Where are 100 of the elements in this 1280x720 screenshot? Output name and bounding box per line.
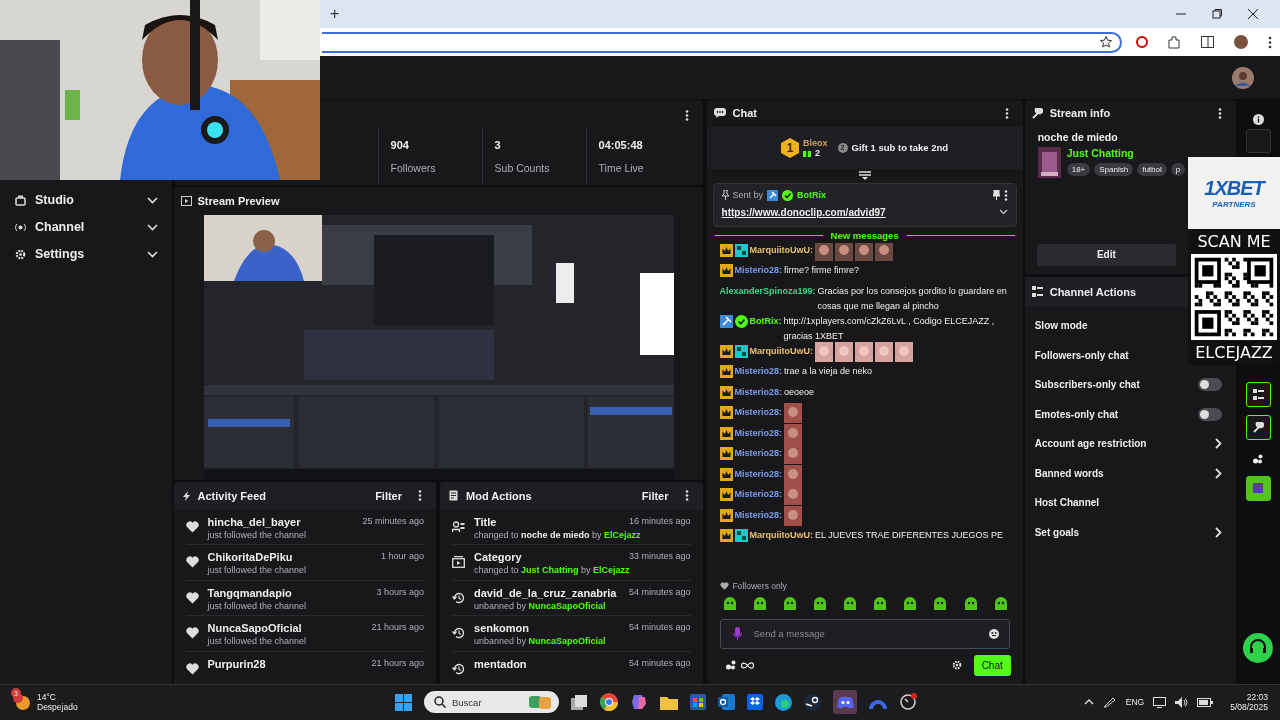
filter-button[interactable]: Filter (367, 490, 411, 502)
points-icon[interactable] (725, 660, 737, 671)
settings-icon[interactable] (951, 660, 962, 671)
emote-icon[interactable] (722, 597, 737, 611)
emote-icon[interactable] (812, 597, 827, 611)
app-button[interactable] (1245, 476, 1271, 501)
chat-username[interactable]: BotRix: (749, 314, 782, 329)
more-icon[interactable] (684, 490, 689, 502)
chat-username[interactable]: AlexanderSpinoza199: (719, 284, 816, 299)
emote-icon[interactable] (993, 597, 1008, 611)
sidebar-icon[interactable] (1201, 36, 1214, 49)
support-icon[interactable] (1243, 633, 1274, 663)
more-icon[interactable] (1004, 108, 1009, 119)
sidebar-item[interactable]: Channel (0, 214, 172, 241)
message-input[interactable]: Send a message (751, 627, 979, 641)
puzzle-icon[interactable] (1168, 35, 1181, 49)
toggle-switch[interactable] (1198, 407, 1223, 421)
restore-icon[interactable] (1212, 8, 1222, 19)
sidebar-item[interactable]: Studio (0, 187, 172, 214)
chat-username[interactable]: MarquiitoUwU: (749, 344, 814, 359)
pinned-link[interactable]: https://www.donoclip.com/advid97 (721, 207, 886, 218)
pen-icon[interactable] (1102, 696, 1117, 709)
microphone-icon[interactable] (732, 627, 742, 641)
channel-actions-button[interactable] (1245, 382, 1271, 407)
language-indicator[interactable]: ENG (1125, 697, 1145, 708)
chevron-right-icon[interactable] (1215, 526, 1223, 538)
chat-button[interactable]: Chat (973, 655, 1011, 676)
chat-username[interactable]: Misterio28: (734, 426, 783, 441)
emote-icon[interactable] (873, 597, 888, 611)
menu-icon[interactable] (1268, 35, 1272, 49)
display-icon[interactable] (1153, 697, 1167, 708)
event-detail: just followed the channel (207, 530, 307, 540)
collapse-icon[interactable] (858, 171, 871, 181)
pin-icon[interactable] (992, 190, 1000, 201)
new-tab-button[interactable]: + (330, 4, 340, 23)
emoji-icon[interactable] (988, 629, 999, 639)
emote-icon[interactable] (933, 597, 948, 611)
toggle-switch[interactable] (1198, 378, 1223, 392)
chat-icon (713, 108, 726, 119)
chat-message: firme? firme fimre? (784, 264, 860, 278)
browser-icon[interactable] (600, 693, 618, 712)
chat-username[interactable]: Misterio28: (734, 446, 783, 462)
more-icon[interactable] (1003, 190, 1008, 201)
gauge-icon[interactable] (899, 693, 917, 712)
scan-caption: SCAN ME (1197, 232, 1271, 251)
weather-icon[interactable] (13, 693, 31, 712)
panel-title: Chat (732, 107, 757, 120)
profile-icon[interactable] (1234, 35, 1248, 50)
store-icon[interactable] (690, 694, 706, 711)
chat-username[interactable]: Misterio28: (734, 405, 783, 421)
tag[interactable]: p (1170, 163, 1186, 176)
tag[interactable]: futbol (1137, 163, 1167, 176)
message-field[interactable]: Send a message (719, 619, 1010, 649)
chat-username[interactable]: Misterio28: (734, 487, 783, 503)
battery-icon[interactable] (1197, 698, 1214, 707)
chat-username[interactable]: Misterio28: (734, 467, 783, 482)
chat-username[interactable]: Misterio28: (734, 385, 783, 400)
more-icon[interactable] (1218, 108, 1223, 119)
emote-icon[interactable] (782, 597, 797, 611)
tag[interactable]: 18+ (1066, 163, 1091, 176)
speaker-icon[interactable] (1175, 697, 1189, 708)
avatar-icon[interactable] (1232, 66, 1254, 89)
edit-button[interactable]: Edit (1036, 244, 1177, 266)
address-field[interactable] (322, 31, 1122, 53)
star-icon[interactable] (1100, 36, 1112, 49)
history-icon (452, 627, 466, 640)
chat-username[interactable]: Misterio28: (734, 508, 783, 523)
sidebar-item[interactable]: Settings (0, 241, 172, 268)
chat-username[interactable]: MarquiitoUwU: (749, 243, 814, 258)
emote-icon[interactable] (963, 597, 978, 611)
extension-icon[interactable] (1136, 36, 1148, 49)
chevron-up-icon[interactable] (1083, 699, 1094, 706)
chat-username[interactable]: Misterio28: (734, 263, 783, 279)
channel-actions-icon (1252, 389, 1264, 400)
emote-icon[interactable] (752, 597, 767, 611)
action-target: david_de_la_cruz_zanabria (474, 587, 617, 599)
pin-icon (721, 190, 729, 201)
more-icon[interactable] (418, 490, 423, 502)
category-link[interactable]: Just Chatting (1066, 147, 1186, 159)
emote-icon[interactable] (843, 597, 858, 611)
wrench-button[interactable] (1245, 415, 1271, 440)
emote-icon (815, 243, 834, 261)
start-icon[interactable] (395, 694, 412, 711)
filter-button[interactable]: Filter (633, 490, 677, 502)
chevron-right-icon[interactable] (1215, 438, 1223, 450)
close-icon[interactable] (1248, 8, 1258, 19)
info-icon[interactable] (1252, 114, 1264, 125)
chat-username[interactable]: Misterio28: (734, 364, 783, 380)
task-view-icon[interactable] (571, 695, 588, 710)
taskbar-search[interactable]: Buscar (424, 691, 559, 714)
emote-icon[interactable] (903, 597, 918, 611)
chevron-right-icon[interactable] (1215, 467, 1223, 479)
more-icon[interactable] (684, 110, 689, 121)
chat-username[interactable]: MarquiitoUwU: (749, 528, 814, 544)
chevron-icon[interactable] (998, 209, 1008, 216)
gift-prompt: Gift 1 sub to take 2nd (851, 142, 949, 154)
points-icon[interactable] (1252, 454, 1264, 464)
tag[interactable]: Spanish (1094, 163, 1134, 176)
folder-icon[interactable] (660, 695, 678, 710)
mail-icon[interactable] (718, 694, 735, 711)
